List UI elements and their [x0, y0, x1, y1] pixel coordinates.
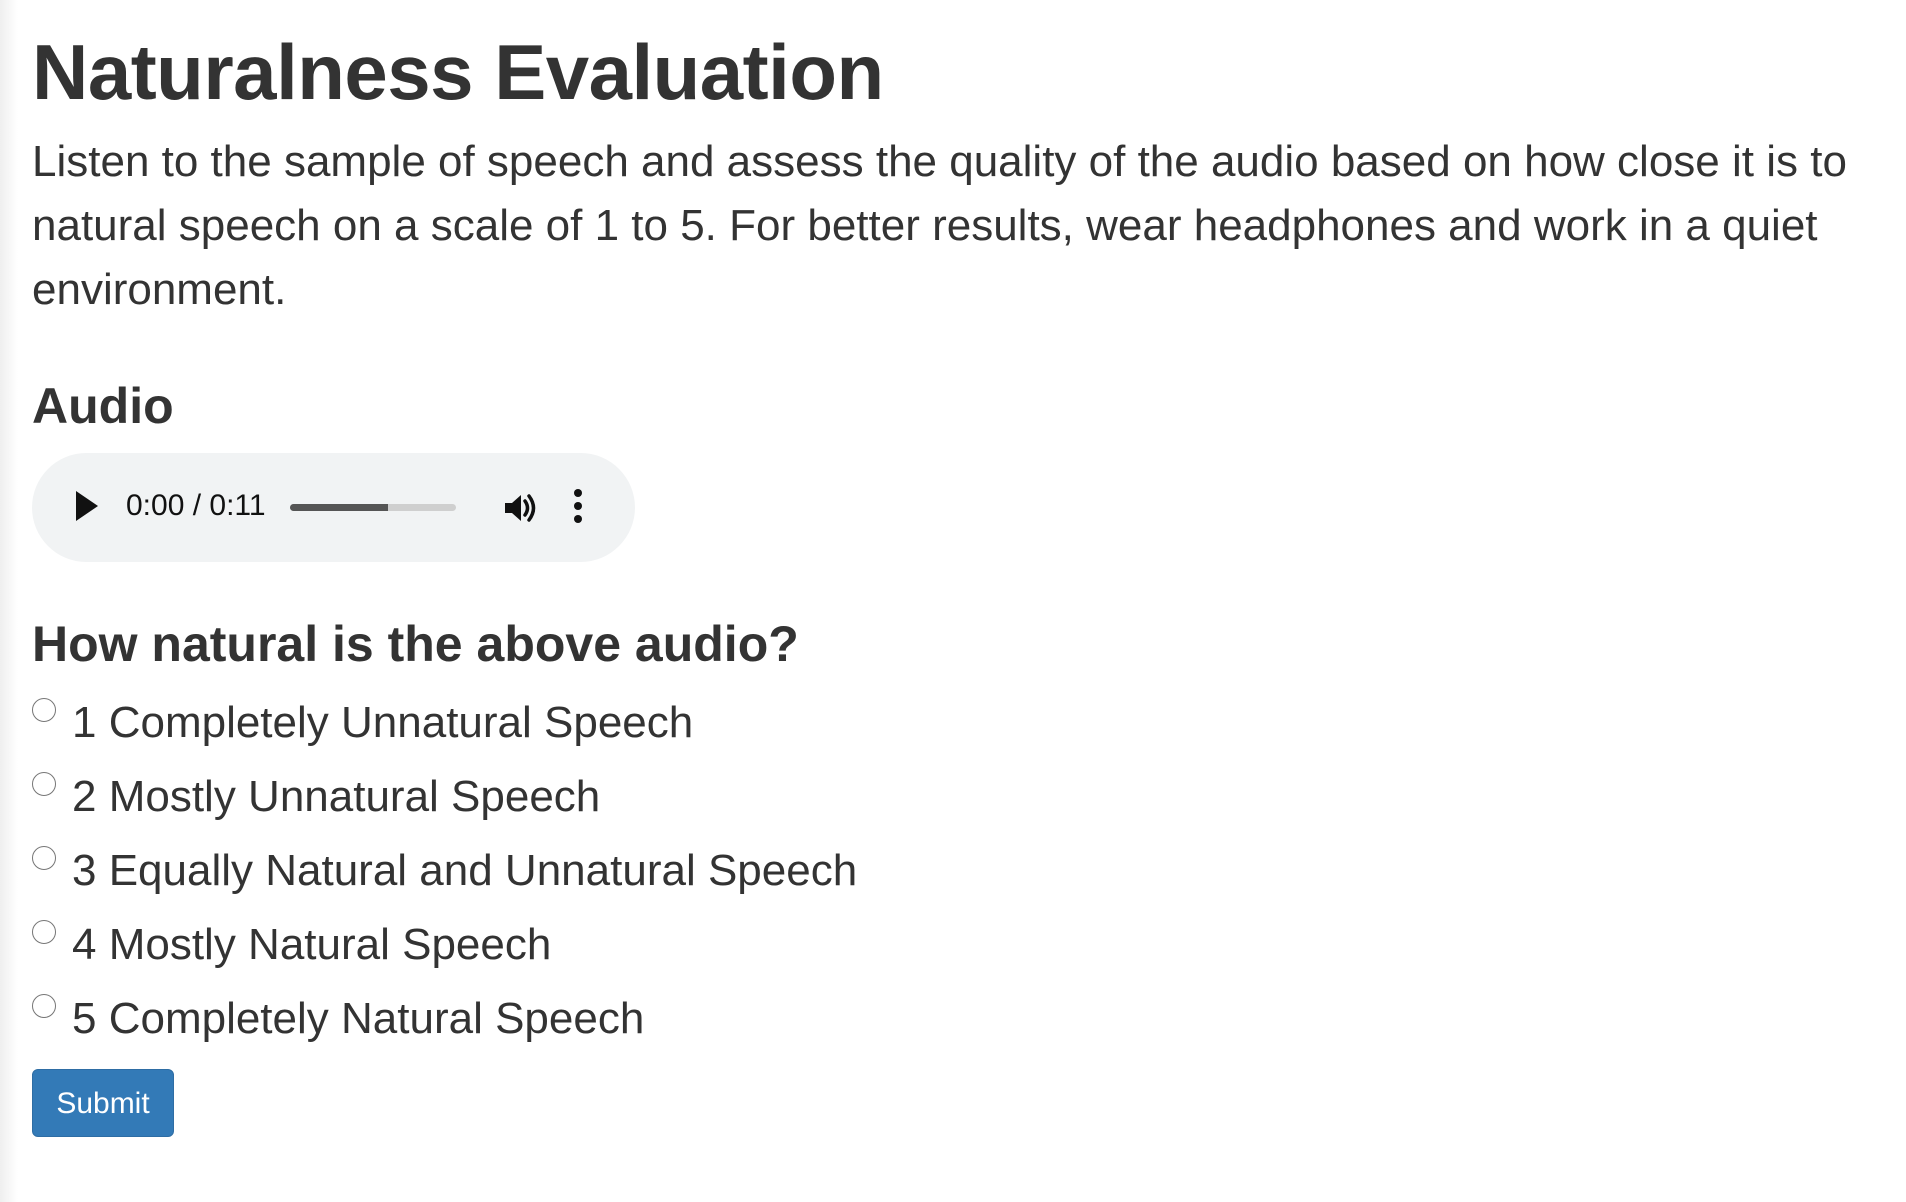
- rating-option-label: 1 Completely Unnatural Speech: [72, 698, 694, 747]
- audio-time-display: 0:00 / 0:11: [126, 489, 266, 522]
- audio-heading: Audio: [32, 378, 174, 434]
- audio-progress-fill: [290, 504, 388, 511]
- rating-radio-1[interactable]: [32, 698, 56, 722]
- rating-option-label: 2 Mostly Unnatural Speech: [72, 772, 601, 821]
- question-heading: How natural is the above audio?: [32, 616, 799, 672]
- rating-radio-4[interactable]: [32, 920, 56, 944]
- rating-option-label: 3 Equally Natural and Unnatural Speech: [72, 846, 858, 895]
- rating-radio-5[interactable]: [32, 994, 56, 1018]
- rating-radio-2[interactable]: [32, 772, 56, 796]
- rating-option-label: 5 Completely Natural Speech: [72, 994, 645, 1043]
- rating-option-label: 4 Mostly Natural Speech: [72, 920, 552, 969]
- volume-icon[interactable]: [502, 489, 540, 527]
- audio-player: 0:00 / 0:11: [32, 453, 635, 562]
- play-icon[interactable]: [76, 491, 98, 521]
- audio-progress-bar[interactable]: [290, 504, 456, 511]
- more-options-icon[interactable]: [572, 489, 584, 527]
- rating-radio-3[interactable]: [32, 846, 56, 870]
- page-edge-shadow: [0, 0, 18, 1202]
- submit-button[interactable]: Submit: [32, 1069, 174, 1137]
- instructions-text: Listen to the sample of speech and asses…: [32, 137, 1847, 314]
- page-title: Naturalness Evaluation: [32, 28, 884, 116]
